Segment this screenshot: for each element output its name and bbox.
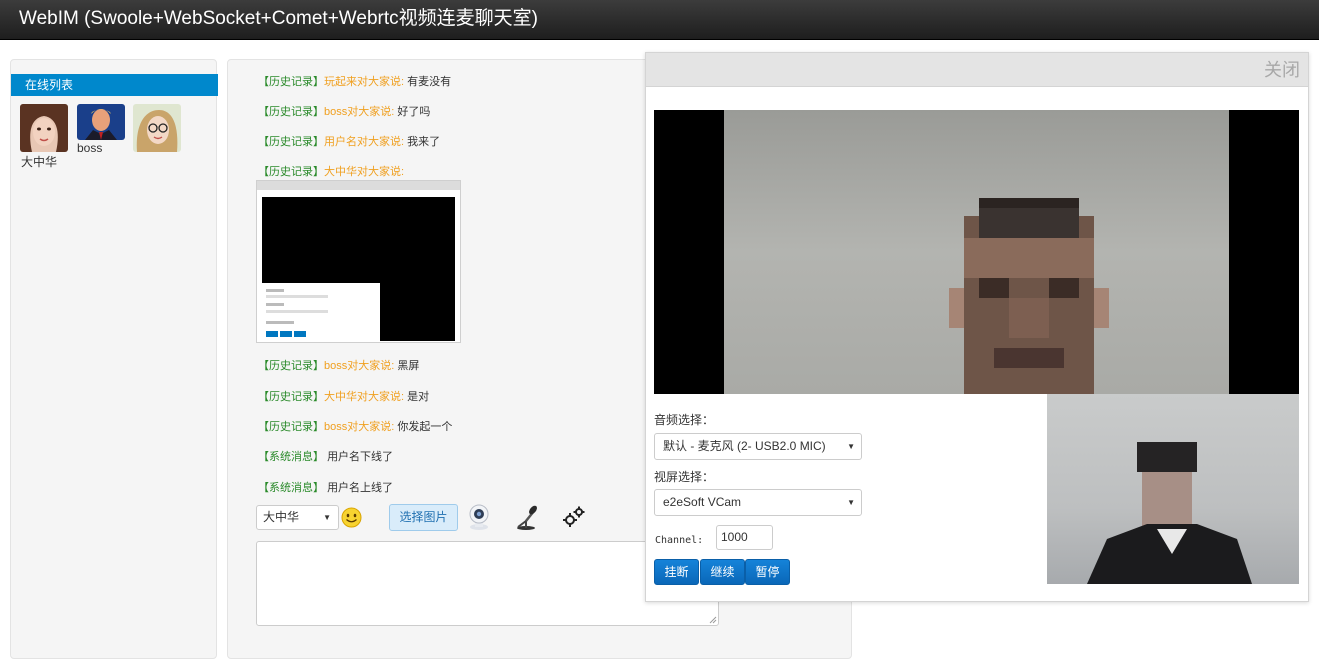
message-speaker: boss对大家说:	[324, 421, 395, 433]
resume-button[interactable]: 继续	[700, 559, 745, 585]
settings-gears-icon[interactable]	[560, 503, 588, 531]
user-avatar-1[interactable]	[20, 104, 68, 152]
chat-message: 【历史记录】大中华对大家说: 是对	[258, 390, 429, 404]
chat-image-attachment[interactable]	[256, 180, 461, 343]
message-speaker: 大中华对大家说:	[324, 391, 405, 403]
navbar: WebIM (Swoole+WebSocket+Comet+Webrtc视频连麦…	[0, 0, 1319, 40]
video-device-value: e2eSoft VCam	[663, 495, 742, 509]
chat-message: 【历史记录】boss对大家说: 好了吗	[258, 105, 430, 119]
message-text: 我来了	[407, 136, 441, 148]
choose-image-button[interactable]: 选择图片	[389, 504, 458, 531]
hangup-button[interactable]: 挂断	[654, 559, 699, 585]
app-title: WebIM (Swoole+WebSocket+Comet+Webrtc视频连麦…	[19, 8, 538, 29]
message-tag: 【系统消息】	[258, 451, 324, 463]
user-avatar-2[interactable]	[77, 104, 125, 140]
video-device-select[interactable]: e2eSoft VCam ▼	[654, 489, 862, 516]
chat-message: 【历史记录】boss对大家说: 黑屏	[258, 359, 419, 373]
message-tag: 【历史记录】	[258, 360, 324, 372]
remote-video	[654, 110, 1299, 394]
message-speaker: 用户名对大家说:	[324, 136, 405, 148]
message-text: 好了吗	[397, 106, 431, 118]
audio-device-select[interactable]: 默认 - 麦克风 (2- USB2.0 MIC) ▼	[654, 433, 862, 460]
screenshot-form-thumbnail	[262, 283, 380, 341]
avatar-man-suit-icon	[77, 104, 125, 140]
message-speaker: 玩起来对大家说:	[324, 76, 405, 88]
local-video	[1047, 394, 1299, 584]
user-name-2: boss	[77, 141, 103, 155]
message-tag: 【历史记录】	[258, 76, 324, 88]
message-tag: 【系统消息】	[258, 482, 324, 494]
audio-device-value: 默认 - 麦克风 (2- USB2.0 MIC)	[663, 439, 826, 453]
message-tag: 【历史记录】	[258, 106, 324, 118]
dialog-header: 关闭	[646, 53, 1308, 87]
message-tag: 【历史记录】	[258, 166, 324, 178]
chat-message: 【系统消息】 用户名上线了	[258, 481, 393, 495]
microphone-icon[interactable]	[512, 503, 540, 531]
resize-grip-icon[interactable]	[709, 616, 717, 624]
chat-message: 【历史记录】玩起来对大家说: 有麦没有	[258, 75, 451, 89]
chevron-down-icon: ▼	[847, 442, 855, 451]
online-list-title: 在线列表	[11, 74, 218, 96]
audio-label: 音频选择：	[654, 413, 715, 427]
message-speaker: boss对大家说:	[324, 106, 395, 118]
local-person-pixelated	[1087, 442, 1252, 584]
close-button[interactable]: 关闭	[1264, 59, 1300, 81]
message-tag: 【历史记录】	[258, 421, 324, 433]
message-tag: 【历史记录】	[258, 136, 324, 148]
avatar-girl-glasses-icon	[133, 104, 181, 152]
pause-button[interactable]: 暂停	[745, 559, 790, 585]
target-user-value: 大中华	[263, 510, 300, 524]
message-text: 有麦没有	[407, 76, 452, 88]
screenshot-titlebar	[257, 181, 460, 190]
user-avatar-3[interactable]	[133, 104, 181, 152]
chevron-down-icon: ▼	[847, 498, 855, 507]
chat-message: 【系统消息】 用户名下线了	[258, 450, 393, 464]
webcam-icon[interactable]	[465, 503, 493, 531]
message-speaker: boss对大家说:	[324, 360, 395, 372]
chevron-down-icon: ▼	[323, 513, 331, 522]
chat-message: 【历史记录】用户名对大家说: 我来了	[258, 135, 440, 149]
message-text: 你发起一个	[397, 421, 453, 433]
avatar-girl-1-icon	[20, 104, 68, 152]
remote-person-pixelated	[949, 198, 1109, 394]
chat-message: 【历史记录】boss对大家说: 你发起一个	[258, 420, 452, 434]
user-name-1: 大中华	[21, 155, 58, 169]
message-text: 用户名下线了	[327, 451, 394, 463]
message-tag: 【历史记录】	[258, 391, 324, 403]
message-text: 黑屏	[397, 360, 420, 372]
channel-value: 1000	[721, 530, 748, 544]
message-speaker: 大中华对大家说:	[324, 166, 405, 178]
channel-input[interactable]: 1000	[716, 525, 773, 550]
target-user-select[interactable]: 大中华 ▼	[256, 505, 339, 530]
chat-message: 【历史记录】大中华对大家说:	[258, 165, 404, 179]
smiley-icon[interactable]	[341, 507, 362, 528]
message-text: 是对	[407, 391, 430, 403]
channel-label: Channel:	[655, 535, 704, 546]
message-text: 用户名上线了	[327, 482, 394, 494]
video-label: 视屏选择：	[654, 470, 715, 484]
